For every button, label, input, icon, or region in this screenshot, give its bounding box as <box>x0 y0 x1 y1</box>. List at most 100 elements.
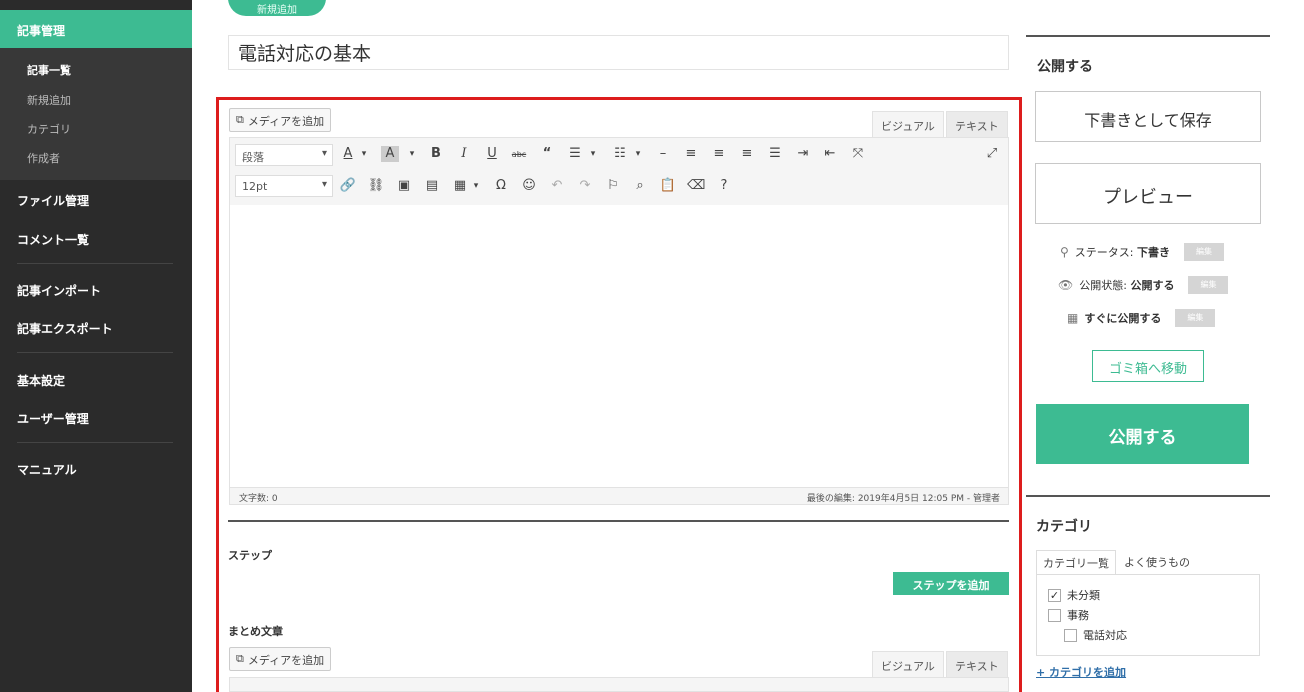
editor-toolbar: 段落 A ▾ A ▾ B I U abc “ ☰ ▾ ☷ ▾ – ≡ ≡ ≡ ☰… <box>229 137 1009 205</box>
media-icon: ⧉ <box>236 113 244 126</box>
sidebar-subitem-authors[interactable]: 作成者 <box>27 150 60 166</box>
sidebar-item-manual[interactable]: マニュアル <box>17 461 77 478</box>
find-icon[interactable]: ⌕ <box>631 178 649 194</box>
video-icon[interactable]: ▤ <box>423 178 441 194</box>
publish-title: 公開する <box>1037 59 1093 75</box>
tab-text[interactable]: テキスト <box>946 111 1008 137</box>
add-category-link[interactable]: + カテゴリを追加 <box>1036 664 1126 680</box>
chevron-down-icon[interactable]: ▾ <box>467 178 485 194</box>
chevron-down-icon[interactable]: ▾ <box>629 146 647 162</box>
status-row: ⚲ ステータス: 下書き 編集 <box>1060 243 1225 261</box>
tab-popular-categories[interactable]: よく使うもの <box>1118 550 1196 574</box>
special-char-icon[interactable]: Ω <box>492 178 510 194</box>
horizontal-rule-icon[interactable]: – <box>654 146 672 162</box>
category-title: カテゴリ <box>1036 519 1092 535</box>
add-media-label: メディアを追加 <box>247 115 325 128</box>
status-value: 下書き <box>1137 246 1171 259</box>
sidebar-item-users[interactable]: ユーザー管理 <box>17 410 89 427</box>
align-center-icon[interactable]: ≡ <box>710 146 728 162</box>
visibility-edit-button[interactable]: 編集 <box>1188 276 1229 294</box>
chevron-down-icon[interactable]: ▾ <box>403 146 421 162</box>
paste-icon[interactable]: 📋 <box>659 178 677 194</box>
last-edit-info: 最後の編集: 2019年4月5日 12:05 PM - 管理者 <box>806 494 1000 504</box>
bold-icon[interactable]: B <box>427 146 445 162</box>
category-item-label: 電話対応 <box>1083 629 1127 642</box>
strikethrough-icon[interactable]: abc <box>510 147 528 163</box>
editor-content-area[interactable] <box>229 205 1009 487</box>
checkbox[interactable] <box>1064 628 1077 642</box>
sidebar-item-export[interactable]: 記事エクスポート <box>17 320 113 337</box>
tab-visual[interactable]: ビジュアル <box>872 111 944 137</box>
schedule-edit-button[interactable]: 編集 <box>1175 309 1216 327</box>
align-left-icon[interactable]: ≡ <box>682 146 700 162</box>
status-label: ステータス: <box>1074 246 1134 259</box>
sidebar-item-settings[interactable]: 基本設定 <box>17 372 65 389</box>
bg-color-icon[interactable]: A <box>381 146 399 162</box>
unlink-icon[interactable]: ⛓ <box>367 178 385 194</box>
sidebar-item-comments[interactable]: コメント一覧 <box>17 231 89 248</box>
emoji-icon[interactable]: ☺ <box>520 178 538 194</box>
expand-icon[interactable]: ⤢ <box>983 146 1001 162</box>
eraser-icon[interactable]: ⌫ <box>687 178 705 194</box>
visibility-value: 公開する <box>1130 279 1175 292</box>
tab-category-list[interactable]: カテゴリ一覧 <box>1036 550 1116 575</box>
summary-add-media-label: メディアを追加 <box>247 654 325 667</box>
sidebar-subitem-post-list[interactable]: 記事一覧 <box>27 62 71 78</box>
add-new-button[interactable]: 新規追加 <box>228 0 326 16</box>
align-justify-icon[interactable]: ☰ <box>766 146 784 162</box>
link-icon[interactable]: 🔗 <box>339 178 357 194</box>
underline-icon[interactable]: U <box>483 146 501 162</box>
word-count: 文字数: 0 <box>239 494 278 504</box>
add-step-button[interactable]: ステップを追加 <box>893 572 1009 595</box>
save-draft-button[interactable]: 下書きとして保存 <box>1035 91 1261 142</box>
sidebar-divider <box>17 263 173 264</box>
status-edit-button[interactable]: 編集 <box>1184 243 1225 261</box>
bookmark-icon[interactable]: ⚐ <box>604 178 622 194</box>
redo-icon[interactable]: ↷ <box>576 178 594 194</box>
sidebar-item-posts[interactable]: 記事管理 <box>0 10 192 48</box>
sidebar-item-import[interactable]: 記事インポート <box>17 282 101 299</box>
summary-tab-visual[interactable]: ビジュアル <box>872 651 944 677</box>
fullscreen-icon[interactable]: ⤧ <box>849 146 867 162</box>
sidebar-divider <box>17 442 173 443</box>
bullet-list-icon[interactable]: ☰ <box>566 146 584 162</box>
numbered-list-icon[interactable]: ☷ <box>611 146 629 162</box>
visibility-row: 👁 公開状態: 公開する 編集 <box>1058 276 1229 294</box>
checkbox[interactable] <box>1048 608 1061 622</box>
category-item-label: 事務 <box>1067 609 1089 622</box>
sidebar-item-files[interactable]: ファイル管理 <box>17 192 89 209</box>
indent-icon[interactable]: ⇥ <box>794 146 812 162</box>
chevron-down-icon[interactable]: ▾ <box>584 146 602 162</box>
undo-icon[interactable]: ↶ <box>548 178 566 194</box>
publish-button[interactable]: 公開する <box>1036 404 1249 464</box>
summary-toolbar <box>229 677 1009 692</box>
chevron-down-icon[interactable]: ▾ <box>355 146 373 162</box>
sidebar-subitem-add-new[interactable]: 新規追加 <box>27 92 71 108</box>
section-divider <box>228 520 1009 522</box>
checkbox-checked[interactable]: ✓ <box>1048 588 1061 602</box>
outdent-icon[interactable]: ⇤ <box>821 146 839 162</box>
summary-add-media-button[interactable]: ⧉ メディアを追加 <box>229 647 332 671</box>
font-size-select[interactable]: 12pt <box>235 175 333 197</box>
editor-status-bar: 文字数: 0 最後の編集: 2019年4月5日 12:05 PM - 管理者 <box>229 487 1009 505</box>
move-to-trash-button[interactable]: ゴミ箱へ移動 <box>1092 350 1204 382</box>
category-item-label: 未分類 <box>1067 589 1100 602</box>
media-icon: ⧉ <box>236 652 244 665</box>
blockquote-icon[interactable]: “ <box>538 146 556 162</box>
category-item[interactable]: 事務 <box>1048 607 1089 623</box>
preview-button[interactable]: プレビュー <box>1035 163 1261 224</box>
format-select[interactable]: 段落 <box>235 144 333 166</box>
align-right-icon[interactable]: ≡ <box>738 146 756 162</box>
image-icon[interactable]: ▣ <box>395 178 413 194</box>
summary-tab-text[interactable]: テキスト <box>946 651 1008 677</box>
sidebar-divider <box>17 352 173 353</box>
italic-icon[interactable]: I <box>455 146 473 162</box>
sidebar-subitem-categories[interactable]: カテゴリ <box>27 121 71 137</box>
category-item[interactable]: ✓ 未分類 <box>1048 587 1100 603</box>
add-media-button[interactable]: ⧉ メディアを追加 <box>229 108 332 132</box>
help-icon[interactable]: ? <box>715 178 733 194</box>
category-item[interactable]: 電話対応 <box>1064 627 1127 643</box>
post-title-input[interactable] <box>228 35 1009 70</box>
sidebar-submenu: 記事一覧 新規追加 カテゴリ 作成者 <box>0 48 192 180</box>
eye-icon: 👁 <box>1058 278 1074 292</box>
